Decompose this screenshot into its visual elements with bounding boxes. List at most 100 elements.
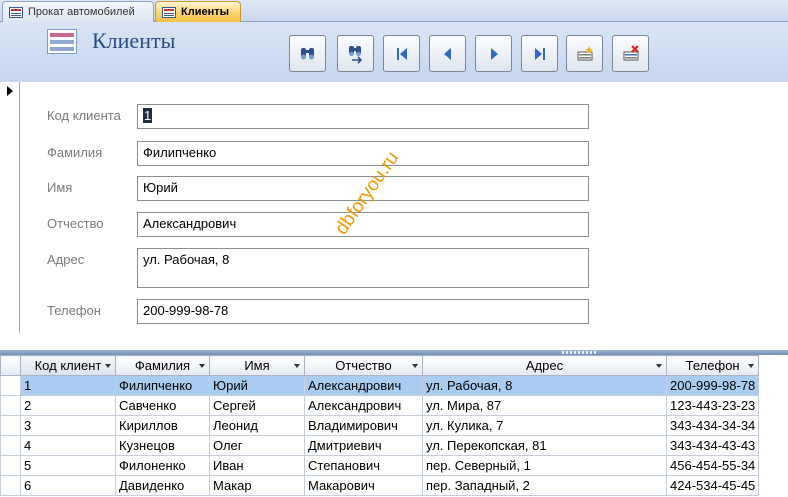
last-record-icon [534, 47, 545, 60]
tab-label: Клиенты [181, 6, 230, 18]
table-row[interactable]: 6 Давиденко Макар Макарович пер. Западный, 2… [0, 475, 760, 496]
select-all-corner[interactable] [0, 355, 21, 376]
cell-phone[interactable]: 343-434-34-34 [665, 415, 760, 436]
cell-phone[interactable]: 123-443-23-23 [665, 395, 760, 416]
table-row[interactable]: 1 Филипченко Юрий Александрович ул. Рабочая,… [0, 375, 760, 396]
form-icon [162, 6, 176, 18]
find-button[interactable] [289, 35, 326, 72]
cell-first-name[interactable]: Иван [209, 455, 305, 476]
column-header-client-id[interactable]: Код клиент [20, 355, 116, 376]
last-name-field[interactable]: Филипченко [137, 141, 589, 166]
previous-record-button[interactable] [429, 35, 466, 72]
cell-patronymic[interactable]: Александрович [304, 375, 423, 396]
cell-patronymic[interactable]: Александрович [304, 395, 423, 416]
form-title: Клиенты [92, 28, 176, 53]
table-row[interactable]: 2 Савченко Сергей Александрович ул. Мира, 87… [0, 395, 760, 416]
cell-last-name[interactable]: Савченко [115, 395, 210, 416]
form-icon [9, 6, 23, 18]
dropdown-arrow-icon[interactable] [412, 364, 418, 368]
datasheet: Код клиент Фамилия Имя Отчество Адрес Те… [0, 355, 788, 497]
column-header-phone[interactable]: Телефон [665, 355, 760, 376]
table-row[interactable]: 3 Кириллов Леонид Владимирович ул. Кулика, 7… [0, 415, 760, 436]
tab-label: Прокат автомобилей [28, 6, 135, 18]
cell-patronymic[interactable]: Макарович [304, 475, 423, 496]
form-logo-icon [47, 29, 77, 54]
label-first-name: Имя [47, 180, 73, 195]
cell-patronymic[interactable]: Владимирович [304, 415, 423, 436]
row-selector[interactable] [0, 455, 21, 476]
first-record-button[interactable] [383, 35, 420, 72]
dropdown-arrow-icon[interactable] [748, 364, 755, 368]
last-record-button[interactable] [521, 35, 558, 72]
column-header-patronymic[interactable]: Отчество [304, 355, 423, 376]
dropdown-arrow-icon[interactable] [105, 364, 111, 368]
label-last-name: Фамилия [47, 145, 103, 160]
table-row[interactable]: 4 Кузнецов Олег Дмитриевич ул. Перекопская, … [0, 435, 760, 456]
cell-patronymic[interactable]: Дмитриевич [304, 435, 423, 456]
row-selector[interactable] [0, 435, 21, 456]
cell-phone[interactable]: 424-534-45-45 [665, 475, 760, 496]
first-record-icon [396, 47, 407, 60]
current-record-arrow-icon [7, 86, 13, 96]
cell-client-id[interactable]: 6 [20, 475, 116, 496]
cell-address[interactable]: ул. Перекопская, 81 [422, 435, 667, 456]
column-header-address[interactable]: Адрес [422, 355, 667, 376]
document-tab-strip: Прокат автомобилей Клиенты [0, 0, 788, 22]
label-client-id: Код клиента [47, 108, 121, 123]
cell-phone[interactable]: 200-999-98-78 [665, 375, 760, 396]
label-address: Адрес [47, 252, 85, 267]
tab-clients[interactable]: Клиенты [155, 1, 241, 22]
cell-first-name[interactable]: Юрий [209, 375, 305, 396]
cell-client-id[interactable]: 2 [20, 395, 116, 416]
cell-last-name[interactable]: Филипченко [115, 375, 210, 396]
cell-client-id[interactable]: 3 [20, 415, 116, 436]
label-phone: Телефон [47, 303, 101, 318]
cell-address[interactable]: пер. Северный, 1 [422, 455, 667, 476]
next-record-icon [490, 47, 498, 60]
row-selector[interactable] [0, 415, 21, 436]
detail-footer-gap [0, 333, 788, 350]
cell-phone[interactable]: 343-434-43-43 [665, 435, 760, 456]
cell-last-name[interactable]: Кириллов [115, 415, 210, 436]
datasheet-body: 1 Филипченко Юрий Александрович ул. Рабочая,… [0, 375, 760, 496]
cell-address[interactable]: пер. Западный, 2 [422, 475, 667, 496]
cell-first-name[interactable]: Леонид [209, 415, 305, 436]
phone-field[interactable]: 200-999-98-78 [137, 299, 589, 324]
address-field[interactable]: ул. Рабочая, 8 [137, 248, 589, 288]
cell-address[interactable]: ул. Кулика, 7 [422, 415, 667, 436]
next-record-button[interactable] [475, 35, 512, 72]
table-row[interactable]: 5 Филоненко Иван Степанович пер. Северный, 1… [0, 455, 760, 476]
new-record-icon [577, 45, 593, 60]
row-selector[interactable] [0, 475, 21, 496]
new-record-button[interactable] [566, 35, 603, 72]
splitter-grip-icon[interactable] [562, 351, 596, 354]
row-selector[interactable] [0, 375, 21, 396]
cell-client-id[interactable]: 1 [20, 375, 116, 396]
dropdown-arrow-icon[interactable] [294, 364, 300, 368]
cell-last-name[interactable]: Давиденко [115, 475, 210, 496]
cell-phone[interactable]: 456-454-55-34 [665, 455, 760, 476]
cell-first-name[interactable]: Сергей [209, 395, 305, 416]
datasheet-table: Код клиент Фамилия Имя Отчество Адрес Те… [0, 355, 760, 496]
delete-record-button[interactable] [612, 35, 649, 72]
cell-first-name[interactable]: Макар [209, 475, 305, 496]
label-patronymic: Отчество [47, 216, 104, 231]
cell-address[interactable]: ул. Рабочая, 8 [422, 375, 667, 396]
column-header-first-name[interactable]: Имя [209, 355, 305, 376]
cell-first-name[interactable]: Олег [209, 435, 305, 456]
column-header-last-name[interactable]: Фамилия [115, 355, 210, 376]
cell-client-id[interactable]: 5 [20, 455, 116, 476]
dropdown-arrow-icon[interactable] [199, 364, 205, 368]
find-next-button[interactable] [337, 35, 374, 72]
cell-last-name[interactable]: Филоненко [115, 455, 210, 476]
cell-client-id[interactable]: 4 [20, 435, 116, 456]
dropdown-arrow-icon[interactable] [656, 364, 662, 368]
record-selector[interactable] [0, 82, 20, 333]
tab-car-rental[interactable]: Прокат автомобилей [2, 1, 154, 22]
cell-address[interactable]: ул. Мира, 87 [422, 395, 667, 416]
client-id-field[interactable]: 1 [137, 104, 589, 129]
cell-last-name[interactable]: Кузнецов [115, 435, 210, 456]
cell-patronymic[interactable]: Степанович [304, 455, 423, 476]
form-header: Клиенты [0, 22, 788, 82]
row-selector[interactable] [0, 395, 21, 416]
